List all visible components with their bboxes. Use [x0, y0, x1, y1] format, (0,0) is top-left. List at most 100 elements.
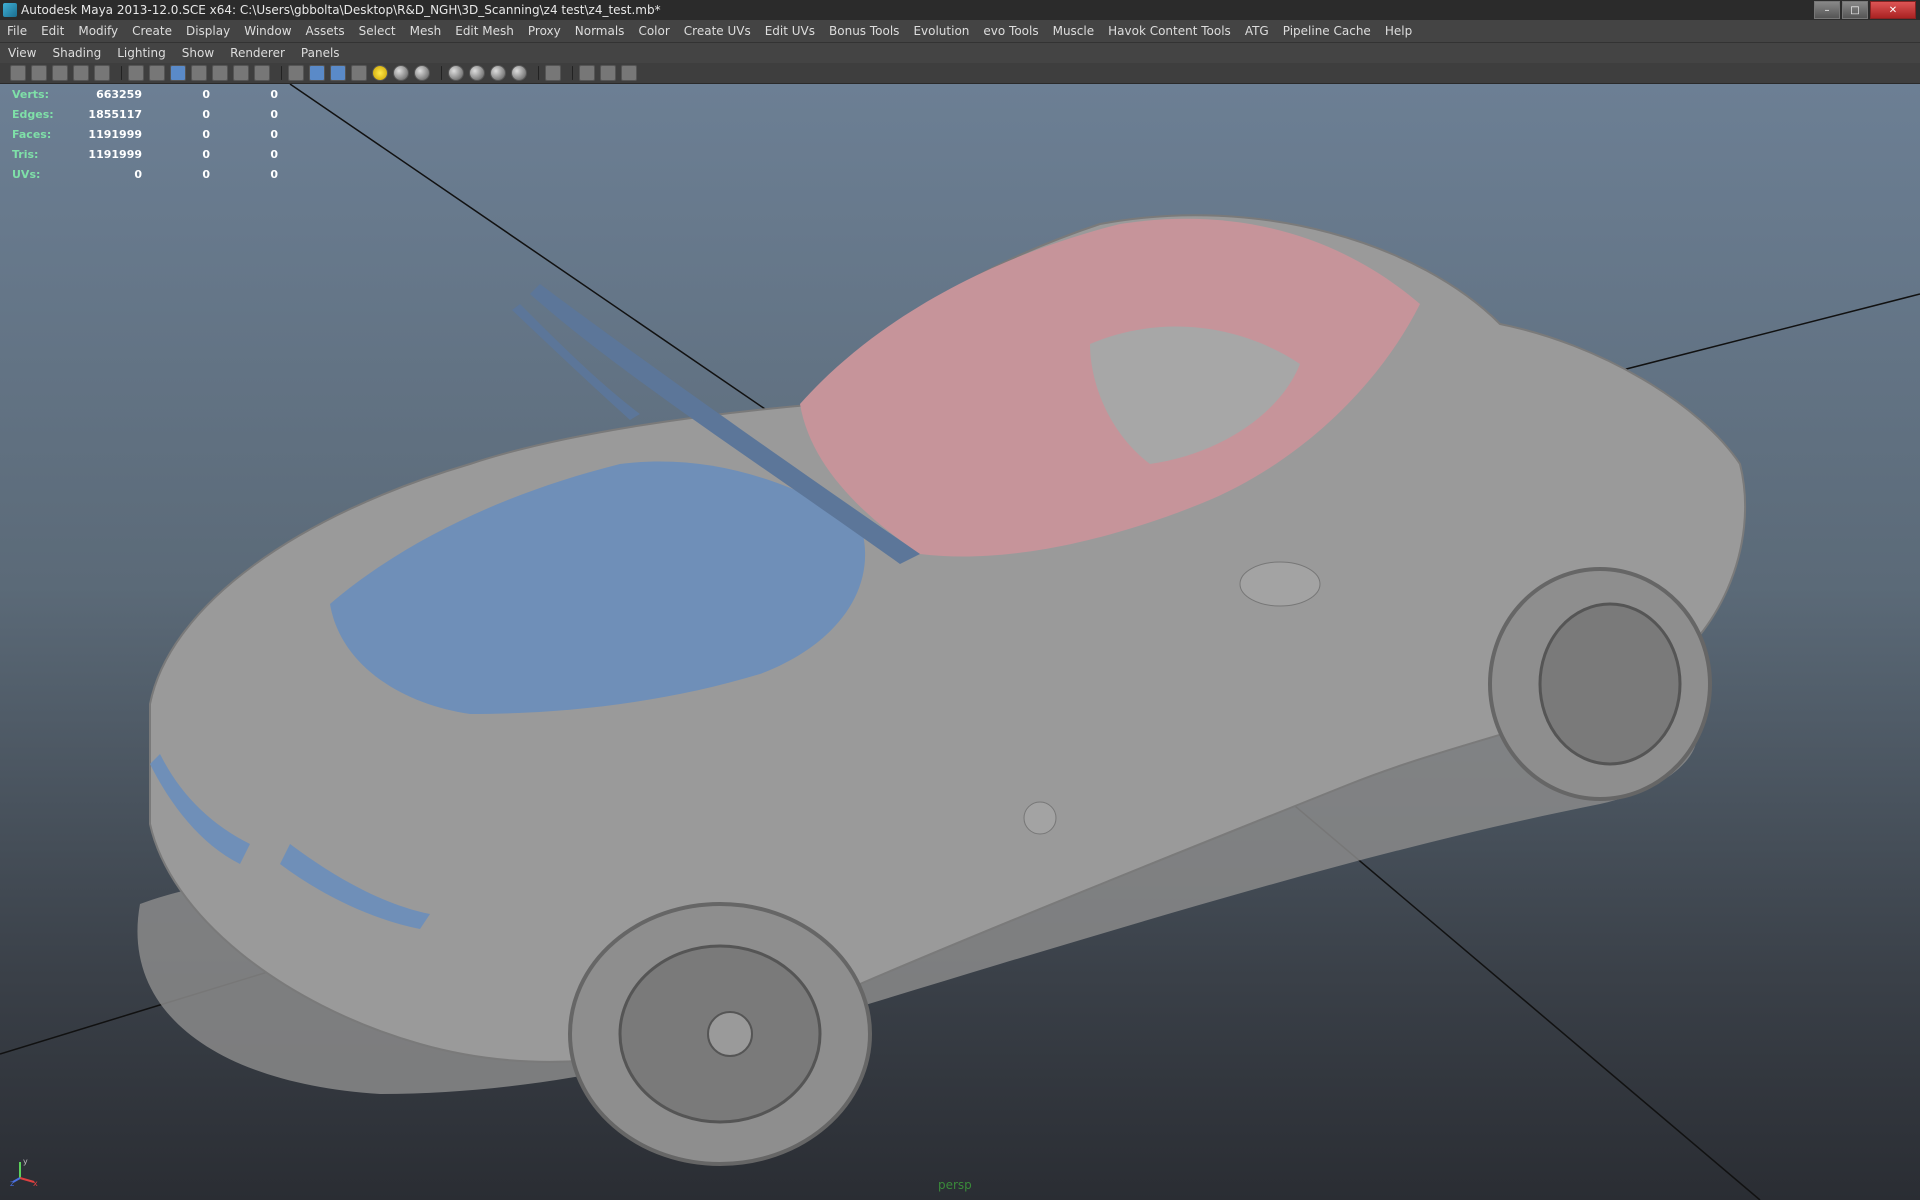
- minimize-button[interactable]: –: [1814, 1, 1840, 19]
- menu-evolution[interactable]: Evolution: [906, 24, 976, 38]
- wireframe-icon[interactable]: [288, 65, 304, 81]
- panel-menu-panels[interactable]: Panels: [293, 46, 348, 60]
- menu-pipeline-cache[interactable]: Pipeline Cache: [1276, 24, 1378, 38]
- resolution-gate-icon[interactable]: [170, 65, 186, 81]
- hud-row-edges: Edges: 1855117 0 0: [12, 104, 278, 124]
- menu-modify[interactable]: Modify: [71, 24, 125, 38]
- grease-pencil-icon[interactable]: [94, 65, 110, 81]
- film-gate-icon[interactable]: [149, 65, 165, 81]
- hud-row-verts: Verts: 663259 0 0: [12, 84, 278, 104]
- share-icon[interactable]: [621, 65, 637, 81]
- panel-menu-bar: View Shading Lighting Show Renderer Pane…: [0, 43, 1920, 63]
- menu-edit[interactable]: Edit: [34, 24, 71, 38]
- side-mirror: [1239, 561, 1321, 607]
- wireframe-on-shaded-icon[interactable]: [330, 65, 346, 81]
- hud-value: 0: [270, 87, 278, 101]
- hud-value: 0: [202, 87, 210, 101]
- use-all-lights-icon[interactable]: [372, 65, 388, 81]
- fuel-cap: [1023, 801, 1057, 835]
- menu-file[interactable]: File: [0, 24, 34, 38]
- hud-value: 0: [270, 127, 278, 141]
- toolbar-separator: [572, 66, 573, 80]
- safe-title-icon[interactable]: [254, 65, 270, 81]
- hud-value: 0: [202, 107, 210, 121]
- isolate-select-icon[interactable]: [448, 65, 464, 81]
- cube-view-icon[interactable]: [579, 65, 595, 81]
- window-title: Autodesk Maya 2013-12.0.SCE x64: C:\User…: [21, 3, 661, 17]
- panel-menu-renderer[interactable]: Renderer: [222, 46, 293, 60]
- menu-muscle[interactable]: Muscle: [1046, 24, 1102, 38]
- menu-assets[interactable]: Assets: [299, 24, 352, 38]
- ambient-occlusion-icon[interactable]: [414, 65, 430, 81]
- menu-color[interactable]: Color: [631, 24, 676, 38]
- hud-row-tris: Tris: 1191999 0 0: [12, 144, 278, 164]
- hud-value: 0: [134, 167, 142, 181]
- bookmark-icon[interactable]: [52, 65, 68, 81]
- grid-icon[interactable]: [128, 65, 144, 81]
- textured-icon[interactable]: [351, 65, 367, 81]
- backface-culling-icon[interactable]: [511, 65, 527, 81]
- main-menu-bar: File Edit Modify Create Display Window A…: [0, 20, 1920, 43]
- hud-value: 1191999: [88, 127, 142, 141]
- menu-mesh[interactable]: Mesh: [403, 24, 449, 38]
- hud-row-faces: Faces: 1191999 0 0: [12, 124, 278, 144]
- hud-label: Verts:: [12, 87, 50, 101]
- hud-value: 0: [270, 167, 278, 181]
- toolbar-separator: [281, 66, 282, 80]
- menu-select[interactable]: Select: [352, 24, 403, 38]
- shadows-icon[interactable]: [393, 65, 409, 81]
- hud-value: 0: [270, 107, 278, 121]
- menu-help[interactable]: Help: [1378, 24, 1419, 38]
- z-axis-label: z: [10, 1179, 14, 1186]
- title-bar: Autodesk Maya 2013-12.0.SCE x64: C:\User…: [0, 0, 1920, 20]
- hud-label: UVs:: [12, 167, 41, 181]
- menu-window[interactable]: Window: [237, 24, 298, 38]
- maximize-button[interactable]: □: [1842, 1, 1868, 19]
- panel-toolbar: [0, 63, 1920, 84]
- front-hub: [707, 1011, 753, 1057]
- y-axis-label: y: [23, 1157, 28, 1166]
- maya-app-icon: [3, 3, 17, 17]
- hud-label: Faces:: [12, 127, 52, 141]
- field-chart-icon[interactable]: [212, 65, 228, 81]
- smooth-shade-icon[interactable]: [309, 65, 325, 81]
- panel-menu-show[interactable]: Show: [174, 46, 222, 60]
- xray-icon[interactable]: [469, 65, 485, 81]
- camera-name-label: persp: [938, 1178, 972, 1192]
- hud-label: Edges:: [12, 107, 54, 121]
- perspective-viewport[interactable]: Verts: 663259 0 0 Edges: 1855117 0 0 Fac…: [0, 84, 1920, 1200]
- toolbar-separator: [538, 66, 539, 80]
- menu-evo-tools[interactable]: evo Tools: [976, 24, 1045, 38]
- menu-edit-uvs[interactable]: Edit UVs: [758, 24, 822, 38]
- safe-action-icon[interactable]: [233, 65, 249, 81]
- panel-menu-lighting[interactable]: Lighting: [109, 46, 174, 60]
- x-axis-line: [19, 1177, 35, 1183]
- poly-count-hud: Verts: 663259 0 0 Edges: 1855117 0 0 Fac…: [12, 84, 278, 184]
- menu-create-uvs[interactable]: Create UVs: [677, 24, 758, 38]
- xray-joints-icon[interactable]: [490, 65, 506, 81]
- two-panel-icon[interactable]: [600, 65, 616, 81]
- panel-menu-shading[interactable]: Shading: [44, 46, 109, 60]
- x-axis-label: x: [33, 1179, 38, 1186]
- menu-display[interactable]: Display: [179, 24, 237, 38]
- camera-attributes-icon[interactable]: [31, 65, 47, 81]
- menu-create[interactable]: Create: [125, 24, 179, 38]
- isolate-selected-icon[interactable]: [545, 65, 561, 81]
- select-camera-icon[interactable]: [10, 65, 26, 81]
- gate-mask-icon[interactable]: [191, 65, 207, 81]
- toolbar-separator: [121, 66, 122, 80]
- menu-havok-content-tools[interactable]: Havok Content Tools: [1101, 24, 1238, 38]
- menu-normals[interactable]: Normals: [568, 24, 632, 38]
- hud-row-uvs: UVs: 0 0 0: [12, 164, 278, 184]
- menu-bonus-tools[interactable]: Bonus Tools: [822, 24, 906, 38]
- hud-value: 0: [202, 127, 210, 141]
- close-button[interactable]: ✕: [1870, 1, 1916, 19]
- panel-menu-view[interactable]: View: [0, 46, 44, 60]
- hud-value: 0: [202, 167, 210, 181]
- menu-edit-mesh[interactable]: Edit Mesh: [448, 24, 521, 38]
- hud-label: Tris:: [12, 147, 39, 161]
- menu-atg[interactable]: ATG: [1238, 24, 1276, 38]
- image-plane-icon[interactable]: [73, 65, 89, 81]
- toolbar-separator: [441, 66, 442, 80]
- menu-proxy[interactable]: Proxy: [521, 24, 568, 38]
